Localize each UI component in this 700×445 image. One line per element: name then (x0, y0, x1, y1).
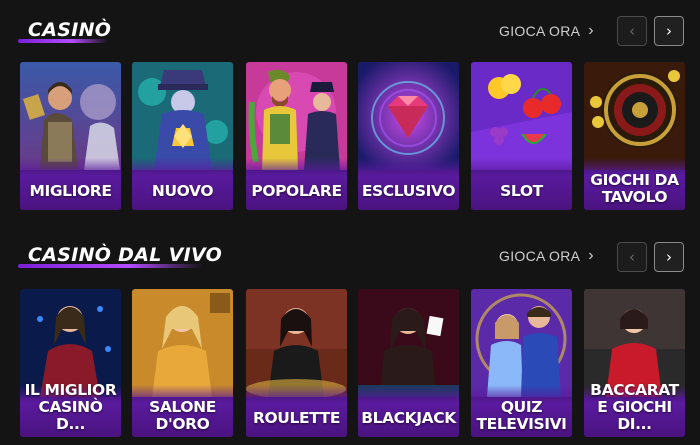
chevron-left-icon: ‹ (629, 22, 635, 40)
live-card-baccarat[interactable]: BACCARAT E GIOCHI DI... (584, 289, 685, 437)
play-now-label: GIOCA ORA (499, 248, 581, 264)
chevron-right-icon: › (588, 247, 594, 264)
adventurer-artwork (20, 62, 121, 170)
chevron-right-icon: › (666, 248, 672, 266)
play-now-link[interactable]: GIOCA ORA › (499, 22, 594, 40)
card-label: BACCARAT E GIOCHI DI... (590, 381, 679, 433)
wizard-artwork (132, 62, 233, 170)
diamond-artwork (358, 62, 459, 170)
carousel-next-button[interactable]: › (654, 16, 684, 46)
category-card-migliore[interactable]: MIGLIORE (20, 62, 121, 210)
live-card-il-miglior-casino[interactable]: IL MIGLIOR CASINÒ D... (20, 289, 121, 437)
card-label: SLOT (500, 182, 543, 200)
card-label: BLACKJACK (361, 409, 456, 427)
category-carousel: MIGLIORE NUOVO POPOLARE ESCLUSIVO SLOT G… (20, 62, 685, 212)
card-label: SALONE D'ORO (149, 398, 216, 433)
live-casino-section: CASINÒ DAL VIVO GIOCA ORA › ‹ › IL MIGLI… (0, 227, 700, 445)
card-label: ESCLUSIVO (361, 182, 456, 200)
carousel-next-button[interactable]: › (654, 242, 684, 272)
casino-section: CASINÒ GIOCA ORA › ‹ › MIGLIORE NUOVO PO… (0, 0, 700, 222)
section-title: CASINÒ (28, 19, 112, 41)
card-label: IL MIGLIOR CASINÒ D... (24, 381, 117, 433)
section-header: CASINÒ GIOCA ORA › ‹ › (0, 0, 700, 60)
chevron-right-icon: › (666, 22, 672, 40)
category-card-giochi-da-tavolo[interactable]: GIOCHI DA TAVOLO (584, 62, 685, 210)
roulette-artwork (584, 62, 685, 170)
carousel-prev-button[interactable]: ‹ (617, 16, 647, 46)
chevron-left-icon: ‹ (629, 248, 635, 266)
play-now-link[interactable]: GIOCA ORA › (499, 247, 594, 265)
live-category-carousel: IL MIGLIOR CASINÒ D... SALONE D'ORO ROUL… (20, 289, 685, 439)
card-label: POPOLARE (251, 182, 342, 200)
card-label: NUOVO (151, 182, 214, 200)
live-card-roulette[interactable]: ROULETTE (246, 289, 347, 437)
section-header: CASINÒ DAL VIVO GIOCA ORA › ‹ › (0, 227, 700, 287)
card-label: GIOCHI DA TAVOLO (590, 171, 679, 206)
dealer-artwork (132, 289, 233, 397)
hosts-artwork (471, 289, 572, 397)
section-title: CASINÒ DAL VIVO (28, 244, 223, 266)
live-card-salone-doro[interactable]: SALONE D'ORO (132, 289, 233, 437)
category-card-popolare[interactable]: POPOLARE (246, 62, 347, 210)
fisherman-artwork (246, 62, 347, 170)
category-card-slot[interactable]: SLOT (471, 62, 572, 210)
category-card-esclusivo[interactable]: ESCLUSIVO (358, 62, 459, 210)
live-card-blackjack[interactable]: BLACKJACK (358, 289, 459, 437)
card-label: QUIZ TELEVISIVI (476, 398, 567, 433)
fruits-artwork (471, 62, 572, 170)
card-label: ROULETTE (252, 409, 341, 427)
category-card-nuovo[interactable]: NUOVO (132, 62, 233, 210)
play-now-label: GIOCA ORA (499, 23, 581, 39)
dealer-artwork (246, 289, 347, 397)
carousel-prev-button[interactable]: ‹ (617, 242, 647, 272)
chevron-right-icon: › (588, 22, 594, 39)
card-label: MIGLIORE (29, 182, 112, 200)
dealer-artwork (358, 289, 459, 397)
live-card-quiz-televisivi[interactable]: QUIZ TELEVISIVI (471, 289, 572, 437)
